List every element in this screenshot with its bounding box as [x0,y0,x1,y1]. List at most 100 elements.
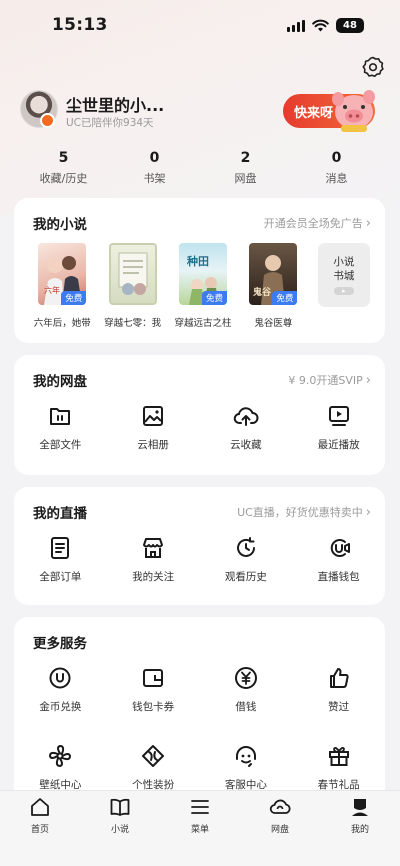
novel-title: 鬼谷医尊 [254,318,293,329]
bookstore-label: 小说书城 [333,256,355,282]
thumbs-up-icon [329,668,349,688]
netdisk-cloud-favorites[interactable]: 云收藏 [200,403,293,452]
service-wallet-coupons[interactable]: 钱包卡券 [107,665,200,714]
grid-label: 观看历史 [224,571,267,583]
gift-icon [328,746,349,766]
nav-menu[interactable]: 菜单 [160,791,240,866]
stat-label: 消息 [325,172,348,185]
stat-value: 2 [240,150,251,166]
free-tag: 免费 [272,291,298,305]
live-wallet[interactable]: 直播钱包 [292,535,385,584]
netdisk-all-files[interactable]: 全部文件 [14,403,107,452]
cloud-upload-icon [233,407,259,426]
free-tag: 免费 [61,291,87,305]
arrow-right-icon: ▸ [333,287,354,295]
live-following[interactable]: 我的关注 [107,535,200,584]
grid-label: 云收藏 [230,439,262,451]
services-row-2: 壁纸中心 个性装扮 客服中心 春节礼品 [14,743,385,792]
service-wallpaper[interactable]: 壁纸中心 [14,743,107,792]
novel-title: 穿越远古之柱 [174,318,232,329]
nav-label: 首页 [30,825,49,835]
netdisk-recent-play[interactable]: 最近播放 [292,403,385,452]
novel-cover: 种田 免费 [179,243,228,305]
style-icon [142,745,165,767]
grid-label: 全部订单 [39,571,82,583]
nav-label: 网盘 [270,825,289,835]
bottom-nav: 首页 小说 菜单 网盘 我的 [0,790,400,866]
live-promo-link[interactable]: UC直播，好货优惠特卖中 › [237,504,371,520]
service-liked[interactable]: 赞过 [292,665,385,714]
service-customer-center[interactable]: 客服中心 [200,743,293,792]
yuan-icon [234,667,257,689]
netdisk-cloud-album[interactable]: 云相册 [107,403,200,452]
live-all-orders[interactable]: 全部订单 [14,535,107,584]
netdisk-card: 我的网盘 ¥ 9.0开通SVIP › 全部文件 云相册 云收藏 最近播放 [14,355,385,475]
novels-link-text: 开通会员全场免广告 [263,217,363,230]
nav-netdisk[interactable]: 网盘 [240,791,320,866]
stat-label: 书架 [143,172,166,185]
order-icon [51,537,70,559]
live-title: 我的直播 [33,506,87,522]
wallet-icon [143,669,164,687]
novels-title: 我的小说 [33,217,87,233]
nav-label: 我的 [350,825,369,835]
novel-item[interactable]: 穿越七零：我 [97,243,167,329]
wallet-video-icon [330,539,350,557]
nav-profile[interactable]: 我的 [320,791,400,866]
folder-icon [50,408,71,425]
netdisk-grid: 全部文件 云相册 云收藏 最近播放 [14,403,385,452]
user-days-text: UC已陪伴你934天 [66,117,154,129]
novel-item[interactable]: 鬼谷 免费 鬼谷医尊 [238,243,308,329]
service-personal-style[interactable]: 个性装扮 [107,743,200,792]
novels-card: 我的小说 开通会员全场免广告 › 六年 免费 六年后，她带 穿越七零：我 种田 … [14,198,385,343]
svg-text:六年: 六年 [44,285,60,295]
service-spring-gifts[interactable]: 春节礼品 [292,743,385,792]
book-icon [110,798,130,816]
grid-label: 借钱 [235,701,257,713]
battery-icon: 48 [336,18,364,33]
stat-messages[interactable]: 0 消息 [291,150,382,186]
chevron-right-icon: › [365,504,371,520]
bookstore-item[interactable]: 小说书城 ▸ [309,243,379,329]
grid-label: 直播钱包 [317,571,360,583]
nav-novel[interactable]: 小说 [80,791,160,866]
novel-item[interactable]: 种田 免费 穿越远古之柱 [168,243,238,329]
settings-icon[interactable] [361,55,385,79]
stat-bookshelf[interactable]: 0 书架 [109,150,200,186]
netdisk-svip-link[interactable]: ¥ 9.0开通SVIP › [288,372,371,388]
novel-cover: 六年 免费 [38,243,87,305]
history-icon [236,537,255,557]
svg-text:种田: 种田 [186,254,209,268]
bookstore-button[interactable]: 小说书城 ▸ [317,243,370,307]
nav-home[interactable]: 首页 [0,791,80,866]
grid-label: 赞过 [328,701,350,713]
netdisk-title: 我的网盘 [33,374,87,390]
grid-label: 我的关注 [132,571,175,583]
live-link-text: UC直播，好货优惠特卖中 [237,506,363,519]
pinwheel-icon [49,744,72,768]
wifi-icon [312,19,329,32]
novel-title: 穿越七零：我 [104,318,162,329]
stats-row: 5 收藏/历史 0 书架 2 网盘 0 消息 [18,150,382,186]
stat-netdisk[interactable]: 2 网盘 [200,150,291,186]
stat-value: 0 [331,150,342,166]
more-services-card: 更多服务 金币兑换 钱包卡券 借钱 赞过 壁纸中心 个性装扮 客服中心 春节礼品 [14,617,385,802]
novels-vip-link[interactable]: 开通会员全场免广告 › [264,215,371,231]
username[interactable]: 尘世里的小... [66,92,164,116]
novel-cover [108,243,157,305]
nav-label: 小说 [110,825,129,835]
pig-mascot-icon [332,90,375,132]
service-borrow-money[interactable]: 借钱 [200,665,293,714]
novel-item[interactable]: 六年 免费 六年后，她带 [27,243,97,329]
more-title: 更多服务 [33,636,87,652]
status-icons: 48 [287,18,364,33]
stat-label: 网盘 [234,172,257,185]
profile-icon [352,799,368,816]
status-bar: 15:13 48 [0,0,400,52]
service-coin-exchange[interactable]: 金币兑换 [14,665,107,714]
cover-art-icon [118,252,148,295]
live-grid: 全部订单 我的关注 观看历史 直播钱包 [14,535,385,584]
services-row-1: 金币兑换 钱包卡券 借钱 赞过 [14,665,385,714]
stat-history[interactable]: 5 收藏/历史 [18,150,109,186]
live-watch-history[interactable]: 观看历史 [200,535,293,584]
